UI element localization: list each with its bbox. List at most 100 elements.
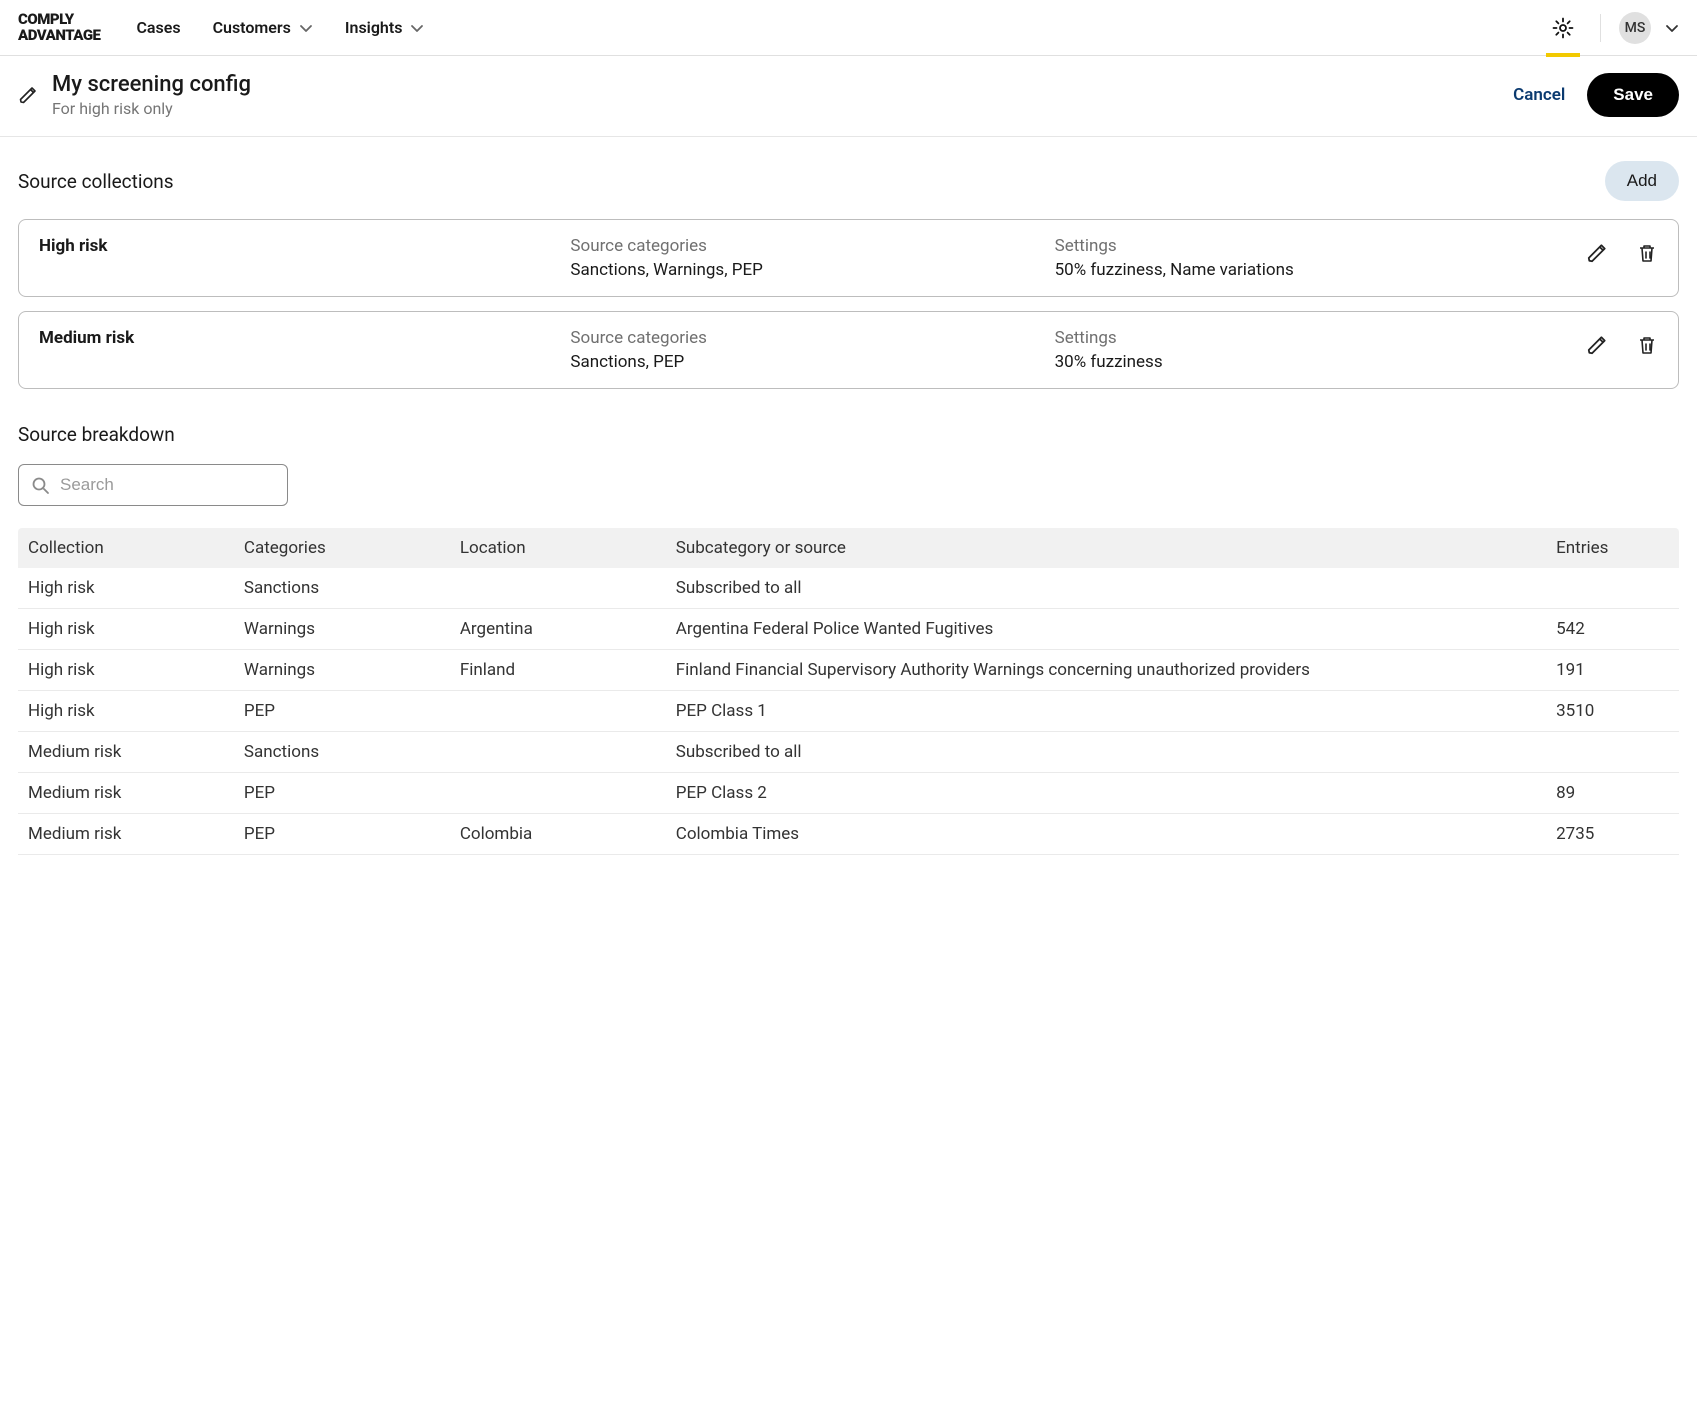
cell-location [450, 568, 666, 609]
cell-collection: High risk [18, 609, 234, 650]
table-row: Medium riskSanctions Subscribed to all [18, 732, 1679, 773]
avatar-initials: MS [1625, 20, 1646, 36]
edit-title-button[interactable] [18, 85, 38, 105]
cell-location: Colombia [450, 814, 666, 855]
cell-location [450, 691, 666, 732]
nav-cases[interactable]: Cases [136, 18, 180, 37]
categories-value: Sanctions, Warnings, PEP [570, 260, 1042, 280]
top-nav: COMPLY ADVANTAGE Cases Customers Insight… [0, 0, 1697, 56]
cell-categories: Warnings [234, 650, 450, 691]
settings-label: Settings [1055, 328, 1574, 348]
cell-collection: High risk [18, 650, 234, 691]
table-row: High riskPEP PEP Class 13510 [18, 691, 1679, 732]
categories-label: Source categories [570, 236, 1042, 256]
search-input[interactable] [60, 475, 281, 495]
cell-categories: Sanctions [234, 732, 450, 773]
cancel-button[interactable]: Cancel [1513, 85, 1565, 105]
cell-entries: 542 [1546, 609, 1679, 650]
nav-insights-label: Insights [345, 18, 403, 37]
settings-button[interactable] [1544, 9, 1582, 47]
cell-entries: 89 [1546, 773, 1679, 814]
cell-collection: Medium risk [18, 732, 234, 773]
delete-collection-button[interactable] [1636, 334, 1658, 356]
settings-value: 30% fuzziness [1055, 352, 1574, 372]
cell-subcategory: Colombia Times [666, 814, 1546, 855]
collections-header: Source collections Add [18, 161, 1679, 201]
collections-title: Source collections [18, 170, 174, 193]
header-actions: Cancel Save [1513, 73, 1679, 117]
page-title: My screening config [52, 72, 1513, 97]
nav-customers[interactable]: Customers [213, 18, 313, 37]
nav-items: Cases Customers Insights [136, 18, 1544, 37]
cell-subcategory: Argentina Federal Police Wanted Fugitive… [666, 609, 1546, 650]
cell-subcategory: PEP Class 1 [666, 691, 1546, 732]
table-row: Medium riskPEPColombiaColombia Times2735 [18, 814, 1679, 855]
cell-categories: PEP [234, 814, 450, 855]
cell-entries [1546, 568, 1679, 609]
brand-logo: COMPLY ADVANTAGE [18, 12, 100, 44]
table-row: High riskWarningsArgentinaArgentina Fede… [18, 609, 1679, 650]
cell-location: Finland [450, 650, 666, 691]
table-header-row: Collection Categories Location Subcatego… [18, 528, 1679, 568]
cell-entries: 3510 [1546, 691, 1679, 732]
search-icon [31, 476, 50, 495]
cell-categories: PEP [234, 691, 450, 732]
table-row: High riskSanctions Subscribed to all [18, 568, 1679, 609]
col-subcategory: Subcategory or source [666, 528, 1546, 568]
table-body: High riskSanctionsSubscribed to allHigh … [18, 568, 1679, 855]
divider [1600, 14, 1601, 42]
settings-label: Settings [1055, 236, 1574, 256]
gear-icon [1552, 17, 1574, 39]
cell-collection: High risk [18, 568, 234, 609]
nav-cases-label: Cases [136, 18, 180, 37]
save-button[interactable]: Save [1587, 73, 1679, 117]
cell-location [450, 732, 666, 773]
categories-value: Sanctions, PEP [570, 352, 1042, 372]
cell-categories: Sanctions [234, 568, 450, 609]
nav-insights[interactable]: Insights [345, 18, 425, 37]
nav-customers-label: Customers [213, 18, 291, 37]
cell-subcategory: Finland Financial Supervisory Authority … [666, 650, 1546, 691]
settings-value: 50% fuzziness, Name variations [1055, 260, 1574, 280]
col-collection: Collection [18, 528, 234, 568]
nav-right: MS [1544, 9, 1679, 47]
delete-collection-button[interactable] [1636, 242, 1658, 264]
cell-subcategory: PEP Class 2 [666, 773, 1546, 814]
edit-collection-button[interactable] [1586, 242, 1608, 264]
cell-collection: High risk [18, 691, 234, 732]
table-row: High riskWarningsFinlandFinland Financia… [18, 650, 1679, 691]
col-location: Location [450, 528, 666, 568]
cell-categories: PEP [234, 773, 450, 814]
cell-entries [1546, 732, 1679, 773]
breakdown-title: Source breakdown [18, 423, 1679, 446]
categories-label: Source categories [570, 328, 1042, 348]
col-entries: Entries [1546, 528, 1679, 568]
cell-subcategory: Subscribed to all [666, 568, 1546, 609]
avatar[interactable]: MS [1619, 12, 1651, 44]
cell-entries: 2735 [1546, 814, 1679, 855]
chevron-down-icon [410, 22, 424, 34]
cell-location: Argentina [450, 609, 666, 650]
page-title-block: My screening config For high risk only [52, 72, 1513, 118]
cell-collection: Medium risk [18, 814, 234, 855]
cell-location [450, 773, 666, 814]
edit-collection-button[interactable] [1586, 334, 1608, 356]
collection-name: Medium risk [39, 328, 558, 348]
cell-subcategory: Subscribed to all [666, 732, 1546, 773]
cell-entries: 191 [1546, 650, 1679, 691]
table-row: Medium riskPEP PEP Class 289 [18, 773, 1679, 814]
col-categories: Categories [234, 528, 450, 568]
active-indicator [1546, 53, 1580, 57]
chevron-down-icon [299, 22, 313, 34]
page-subtitle: For high risk only [52, 99, 1513, 118]
add-collection-button[interactable]: Add [1605, 161, 1679, 201]
user-menu-toggle[interactable] [1665, 22, 1679, 34]
collection-card: High risk Source categories Sanctions, W… [18, 219, 1679, 297]
collection-card: Medium risk Source categories Sanctions,… [18, 311, 1679, 389]
collections-list: High risk Source categories Sanctions, W… [18, 219, 1679, 389]
collection-name: High risk [39, 236, 558, 256]
cell-collection: Medium risk [18, 773, 234, 814]
breakdown-table: Collection Categories Location Subcatego… [18, 528, 1679, 855]
search-input-wrap[interactable] [18, 464, 288, 506]
page-header: My screening config For high risk only C… [0, 56, 1697, 137]
